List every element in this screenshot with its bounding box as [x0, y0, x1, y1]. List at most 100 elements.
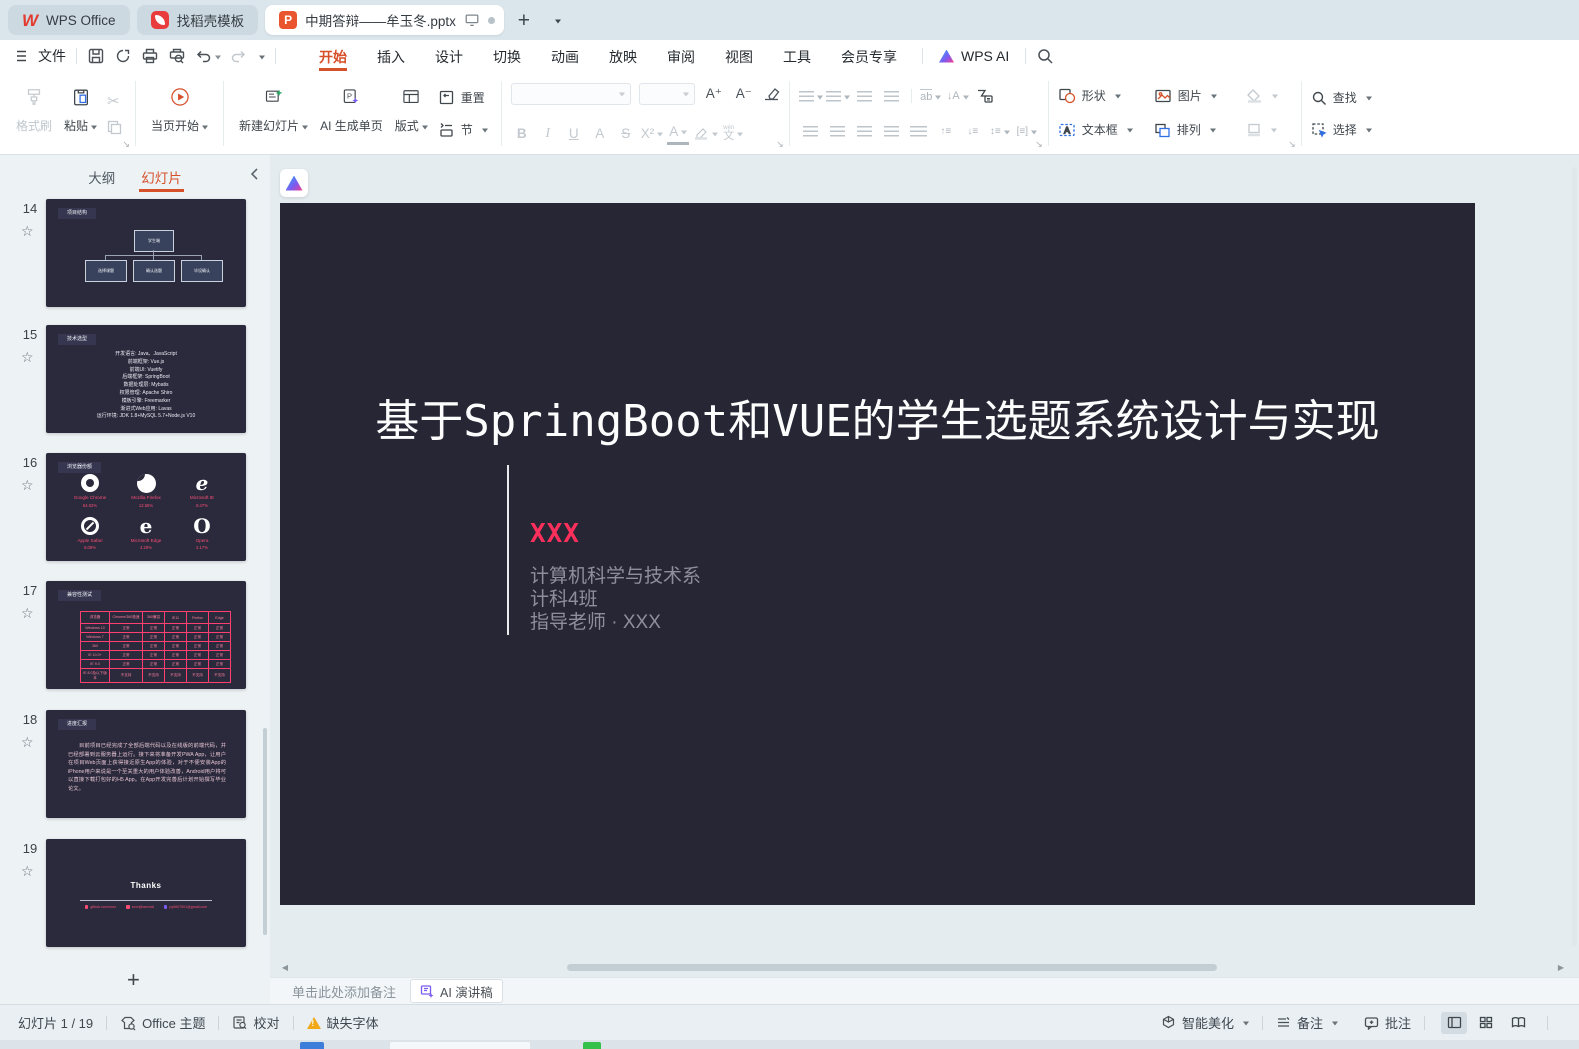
menu-member[interactable]: 会员专享	[841, 41, 897, 71]
ai-generate-page-button[interactable]: P AI 生成单页	[314, 77, 389, 150]
menu-slideshow[interactable]: 放映	[609, 41, 637, 71]
horizontal-scrollbar[interactable]: ◀ ▶	[278, 961, 1568, 973]
collapse-panel-icon[interactable]	[249, 167, 261, 181]
export-icon[interactable]	[114, 47, 132, 65]
find-button[interactable]: 查找	[1311, 86, 1372, 110]
missing-font-warning[interactable]: 缺失字体	[307, 1013, 379, 1032]
copy-icon	[107, 120, 122, 135]
favorite-star-icon[interactable]: ☆	[21, 477, 34, 494]
favorite-star-icon[interactable]: ☆	[21, 863, 34, 880]
slide-advisor-text[interactable]: 指导老师 · XXX	[530, 607, 661, 634]
menu-transition[interactable]: 切换	[493, 41, 521, 71]
wps-ai-floating-button[interactable]	[280, 169, 308, 197]
slide-canvas[interactable]: 基于SpringBoot和VUE的学生选题系统设计与实现 XXX 计算机科学与技…	[280, 203, 1475, 905]
smart-beautify-button[interactable]: 智能美化	[1161, 1013, 1249, 1032]
tab-slides[interactable]: 幻灯片	[139, 160, 184, 192]
file-menu[interactable]: 文件	[16, 46, 66, 66]
normal-view-button[interactable]	[1441, 1012, 1467, 1034]
editing-area: 基于SpringBoot和VUE的学生选题系统设计与实现 XXX 计算机科学与技…	[270, 155, 1579, 1004]
decrease-font-button[interactable]: A⁻	[733, 84, 755, 104]
tab-current-document[interactable]: P 中期答辩——牟玉冬.pptx	[265, 5, 504, 35]
shapes-button[interactable]: 形状	[1058, 84, 1154, 108]
outline-button	[1246, 118, 1292, 142]
favorite-star-icon[interactable]: ☆	[21, 349, 34, 366]
tab-list-chevron[interactable]	[544, 7, 570, 33]
increase-font-button[interactable]: A⁺	[703, 84, 725, 104]
fill-icon	[1246, 88, 1263, 103]
wps-ai-button[interactable]: WPS AI	[939, 48, 1009, 64]
reading-view-button[interactable]	[1505, 1012, 1531, 1034]
slide-sorter-view-button[interactable]	[1473, 1012, 1499, 1034]
new-slide-button[interactable]: 新建幻灯片	[233, 77, 314, 150]
slide-thumbnail-14[interactable]: 项目结构学生端选择课题确认选题毕设确认	[46, 199, 246, 307]
group-expand-icon[interactable]: ↘	[122, 139, 130, 150]
menu-review[interactable]: 审阅	[667, 41, 695, 71]
slide-title-text[interactable]: 基于SpringBoot和VUE的学生选题系统设计与实现	[280, 385, 1475, 449]
select-button[interactable]: 选择	[1311, 118, 1372, 142]
menu-home[interactable]: 开始	[319, 41, 347, 71]
comments-button[interactable]: 批注	[1364, 1013, 1411, 1032]
tab-docer-label: 找稻壳模板	[177, 10, 245, 30]
play-from-current-button[interactable]: 当页开始	[145, 77, 214, 150]
notes-placeholder[interactable]: 单击此处添加备注	[292, 982, 396, 1001]
picture-button[interactable]: 图片	[1154, 84, 1246, 108]
slide-number: 16	[18, 455, 42, 470]
highlight-button	[693, 123, 718, 143]
tab-outline[interactable]: 大纲	[86, 160, 117, 192]
paste-button[interactable]: 粘贴	[58, 77, 103, 150]
smart-typeset-button[interactable]	[973, 86, 997, 106]
slide-thumbnail-15[interactable]: 技术选型开发语言: Java、JavaScript前端框架: Vue.js前端U…	[46, 325, 246, 433]
undo-button[interactable]	[195, 48, 221, 64]
clear-format-icon[interactable]	[763, 86, 780, 101]
taskbar-app-tile[interactable]	[390, 1042, 530, 1049]
taskbar-app-icon[interactable]	[583, 1042, 601, 1049]
browser-item: Mozilla Firefox12.55%	[118, 473, 174, 508]
new-tab-button[interactable]: +	[511, 7, 537, 33]
col-spacing-button: ↓≡	[961, 121, 985, 141]
group-expand-icon[interactable]: ↘	[1288, 139, 1296, 150]
slide-thumbnail-16[interactable]: 浏览器份额Google Chrome64.02%Mozilla Firefox1…	[46, 453, 246, 561]
menu-view[interactable]: 视图	[725, 41, 753, 71]
menu-animation[interactable]: 动画	[551, 41, 579, 71]
menu-tools[interactable]: 工具	[783, 41, 811, 71]
vertical-scrollbar[interactable]	[1572, 167, 1577, 947]
print-preview-icon[interactable]	[168, 47, 186, 65]
search-icon[interactable]	[1036, 47, 1054, 65]
group-expand-icon[interactable]: ↘	[1035, 139, 1043, 150]
textbox-button[interactable]: A 文本框	[1058, 118, 1154, 142]
slide-thumbnail-19[interactable]: Thanksgithub.com/xxxxxxxx@wechatpy060700…	[46, 839, 246, 947]
favorite-star-icon[interactable]: ☆	[21, 734, 34, 751]
favorite-star-icon[interactable]: ☆	[21, 223, 34, 240]
scroll-right-arrow[interactable]: ▶	[1554, 963, 1568, 972]
group-expand-icon[interactable]: ↘	[776, 139, 784, 150]
favorite-star-icon[interactable]: ☆	[21, 605, 34, 622]
proofread-button[interactable]: 校对	[232, 1013, 279, 1032]
save-icon[interactable]	[87, 47, 105, 65]
slide-author-text[interactable]: XXX	[530, 519, 580, 549]
sync-monitor-icon[interactable]	[464, 12, 480, 28]
scroll-left-arrow[interactable]: ◀	[278, 963, 292, 972]
section-button[interactable]: 节	[438, 118, 488, 142]
slide-counter: 幻灯片 1 / 19	[18, 1013, 93, 1032]
print-icon[interactable]	[141, 47, 159, 65]
theme-button[interactable]: Office 主题	[120, 1013, 205, 1032]
slide-thumbnail-18[interactable]: 进度汇报目前项目已经完成了全部后端代码以及在线版的前端代码，并已经部署到云服务器…	[46, 710, 246, 818]
layout-button[interactable]: 版式	[389, 77, 434, 150]
slide-thumbnail-17[interactable]: 兼容性测试浏览器Chrome/360极速360兼容IE11FirefoxEdge…	[46, 581, 246, 689]
browser-item: eMicrosoft Edge4.29%	[118, 516, 174, 551]
tab-wps-office[interactable]: W WPS Office	[8, 5, 130, 35]
tab-docer-templates[interactable]: 找稻壳模板	[137, 5, 259, 35]
add-slide-button[interactable]: +	[127, 967, 140, 993]
ai-script-button[interactable]: AI 演讲稿	[410, 979, 503, 1003]
menu-insert[interactable]: 插入	[377, 41, 405, 71]
scrollbar-thumb[interactable]	[567, 964, 1217, 971]
arrange-button[interactable]: 排列	[1154, 118, 1246, 142]
tech-list-line: 权限管理: Apache Shiro	[46, 390, 246, 398]
sidebar-scrollbar[interactable]	[263, 728, 267, 935]
notes-button[interactable]: 备注	[1276, 1013, 1338, 1032]
taskbar-app-icon[interactable]	[300, 1042, 324, 1049]
more-quick-actions-chevron[interactable]	[259, 55, 265, 62]
slide-list-item: 16 ☆ 浏览器份额Google Chrome64.02%Mozilla Firef…	[0, 453, 270, 561]
reset-button[interactable]: 重置	[438, 86, 488, 110]
menu-design[interactable]: 设计	[435, 41, 463, 71]
